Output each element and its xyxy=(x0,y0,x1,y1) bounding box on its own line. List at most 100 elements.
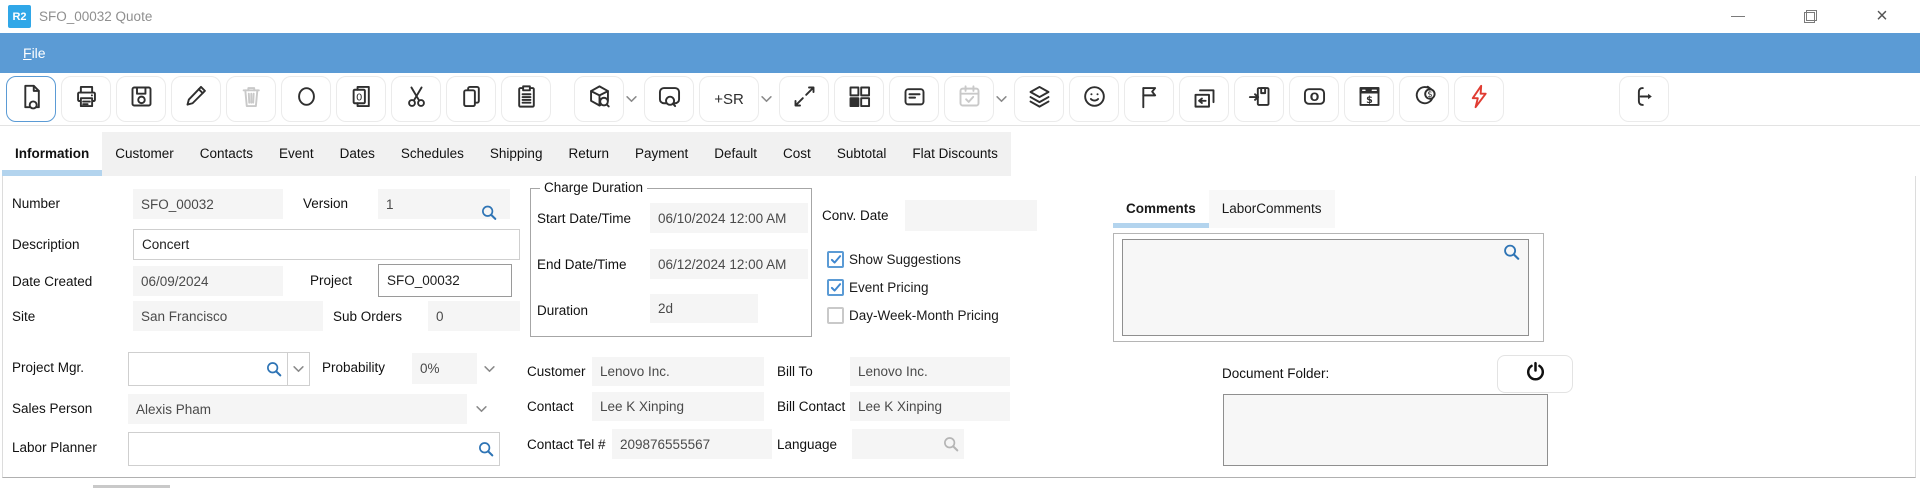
conv-date-field[interactable] xyxy=(905,200,1037,231)
menu-search[interactable] xyxy=(121,33,151,73)
cut-scissors-button[interactable] xyxy=(391,76,441,122)
chevron-down-icon[interactable] xyxy=(759,95,774,103)
door-return-button[interactable] xyxy=(1179,76,1229,122)
tab-comments[interactable]: Comments xyxy=(1113,190,1209,228)
paste-clipboard-button[interactable] xyxy=(501,76,551,122)
labor-planner-search-icon[interactable] xyxy=(477,441,494,458)
probability-field[interactable]: 0% xyxy=(412,353,477,384)
screen-search-button[interactable] xyxy=(644,76,694,122)
document-folder-box[interactable] xyxy=(1223,394,1548,466)
search-circle-button[interactable] xyxy=(281,76,331,122)
logout-button[interactable] xyxy=(1619,76,1669,122)
tab-dates[interactable]: Dates xyxy=(327,132,388,176)
language-search-icon[interactable] xyxy=(942,436,959,453)
checkbox[interactable] xyxy=(827,251,844,268)
project-mgr-field[interactable] xyxy=(128,352,288,386)
layout-grid-button[interactable] xyxy=(834,76,884,122)
document-folder-power-button[interactable] xyxy=(1497,355,1573,393)
horizontal-scrollbar-thumb[interactable] xyxy=(93,485,170,488)
project-field[interactable]: SFO_00032 xyxy=(378,264,512,297)
labor-planner-field[interactable] xyxy=(128,432,500,466)
checkbox-show-suggestions[interactable]: Show Suggestions xyxy=(827,250,999,268)
number-label: Number xyxy=(12,196,60,211)
add-sr-button[interactable]: +SR xyxy=(699,76,759,122)
checkbox[interactable] xyxy=(827,307,844,324)
checkbox[interactable] xyxy=(827,279,844,296)
comments-textarea[interactable] xyxy=(1122,239,1529,336)
power-icon xyxy=(1523,359,1548,389)
restore-button[interactable] xyxy=(1788,0,1832,32)
tab-return[interactable]: Return xyxy=(555,132,622,176)
sales-window-button[interactable]: $ xyxy=(1344,76,1394,122)
tab-subtotal[interactable]: Subtotal xyxy=(824,132,900,176)
close-icon: × xyxy=(1876,6,1888,26)
tab-schedules[interactable]: Schedules xyxy=(388,132,477,176)
comment-note-button[interactable] xyxy=(889,76,939,122)
menu-actions[interactable] xyxy=(151,33,181,73)
checkbox-event-pricing[interactable]: Event Pricing xyxy=(827,278,999,296)
menu-view[interactable] xyxy=(91,33,121,73)
language-field[interactable] xyxy=(852,429,964,459)
smiley-face-button[interactable] xyxy=(1069,76,1119,122)
customer-field[interactable]: Lenovo Inc. xyxy=(592,357,764,386)
lightning xyxy=(1454,76,1504,122)
number-field[interactable]: SFO_00032 xyxy=(133,189,283,219)
project-mgr-dropdown[interactable] xyxy=(287,352,310,386)
description-field[interactable]: Concert xyxy=(133,229,520,260)
package-search-button[interactable] xyxy=(574,76,624,122)
checkbox-day-week-month-pricing[interactable]: Day-Week-Month Pricing xyxy=(827,306,999,324)
box-import-button[interactable] xyxy=(1234,76,1284,122)
tab-default[interactable]: Default xyxy=(701,132,770,176)
tab-event[interactable]: Event xyxy=(266,132,327,176)
layers-stack-button[interactable] xyxy=(1014,76,1064,122)
version-search-icon[interactable] xyxy=(480,204,497,221)
duration-field[interactable]: 2d xyxy=(650,294,758,323)
minimize-button[interactable] xyxy=(1716,0,1760,32)
calendar-check-button[interactable] xyxy=(944,76,994,122)
close-button[interactable]: × xyxy=(1860,0,1904,32)
tab-payment[interactable]: Payment xyxy=(622,132,701,176)
contact-field[interactable]: Lee K Xinping xyxy=(592,392,764,421)
menu-add[interactable] xyxy=(211,33,241,73)
tab-laborcomments[interactable]: LaborComments xyxy=(1209,190,1335,228)
tab-contacts[interactable]: Contacts xyxy=(187,132,266,176)
zero-badge-button[interactable]: O xyxy=(1289,76,1339,122)
bill-contact-field[interactable]: Lee K Xinping xyxy=(850,392,1010,421)
tab-shipping[interactable]: Shipping xyxy=(477,132,556,176)
tab-cost[interactable]: Cost xyxy=(770,132,824,176)
end-datetime-field[interactable]: 06/12/2024 12:00 AM xyxy=(650,249,808,279)
save-button[interactable] xyxy=(116,76,166,122)
print-button[interactable] xyxy=(61,76,111,122)
print-icon xyxy=(73,83,100,115)
expand-arrows-button[interactable] xyxy=(779,76,829,122)
probability-dropdown[interactable] xyxy=(479,353,499,384)
tab-flat-discounts[interactable]: Flat Discounts xyxy=(899,132,1011,176)
menu-edit[interactable] xyxy=(61,33,91,73)
tab-customer[interactable]: Customer xyxy=(102,132,187,176)
time-money-button[interactable]: $ xyxy=(1399,76,1449,122)
delete-trash-button[interactable] xyxy=(226,76,276,122)
menu-convert[interactable] xyxy=(181,33,211,73)
menu-pad[interactable] xyxy=(241,33,271,73)
project-mgr-search-icon[interactable] xyxy=(265,361,282,378)
copy-zero-button[interactable]: 0 xyxy=(336,76,386,122)
site-field[interactable]: San Francisco xyxy=(133,301,323,331)
sales-person-field[interactable]: Alexis Pham xyxy=(128,394,467,424)
comments-search-icon[interactable] xyxy=(1502,243,1520,261)
date-created-field[interactable]: 06/09/2024 xyxy=(133,266,283,296)
chevron-down-icon[interactable] xyxy=(994,95,1009,103)
chevron-down-icon[interactable] xyxy=(624,95,639,103)
menu-file[interactable]: File xyxy=(8,33,61,73)
tab-information[interactable]: Information xyxy=(2,132,102,176)
bill-to-field[interactable]: Lenovo Inc. xyxy=(850,357,1010,386)
sales-person-dropdown[interactable] xyxy=(470,394,492,424)
new-document-button[interactable] xyxy=(6,76,56,122)
flag-button[interactable] xyxy=(1124,76,1174,122)
lightning-button[interactable] xyxy=(1454,76,1504,122)
sub-orders-field[interactable]: 0 xyxy=(428,301,520,331)
sales-window: $ xyxy=(1344,76,1394,122)
start-datetime-field[interactable]: 06/10/2024 12:00 AM xyxy=(650,203,808,233)
duplicate-button[interactable] xyxy=(446,76,496,122)
contact-tel-field[interactable]: 209876555567 xyxy=(612,429,772,459)
edit-pencil-button[interactable] xyxy=(171,76,221,122)
